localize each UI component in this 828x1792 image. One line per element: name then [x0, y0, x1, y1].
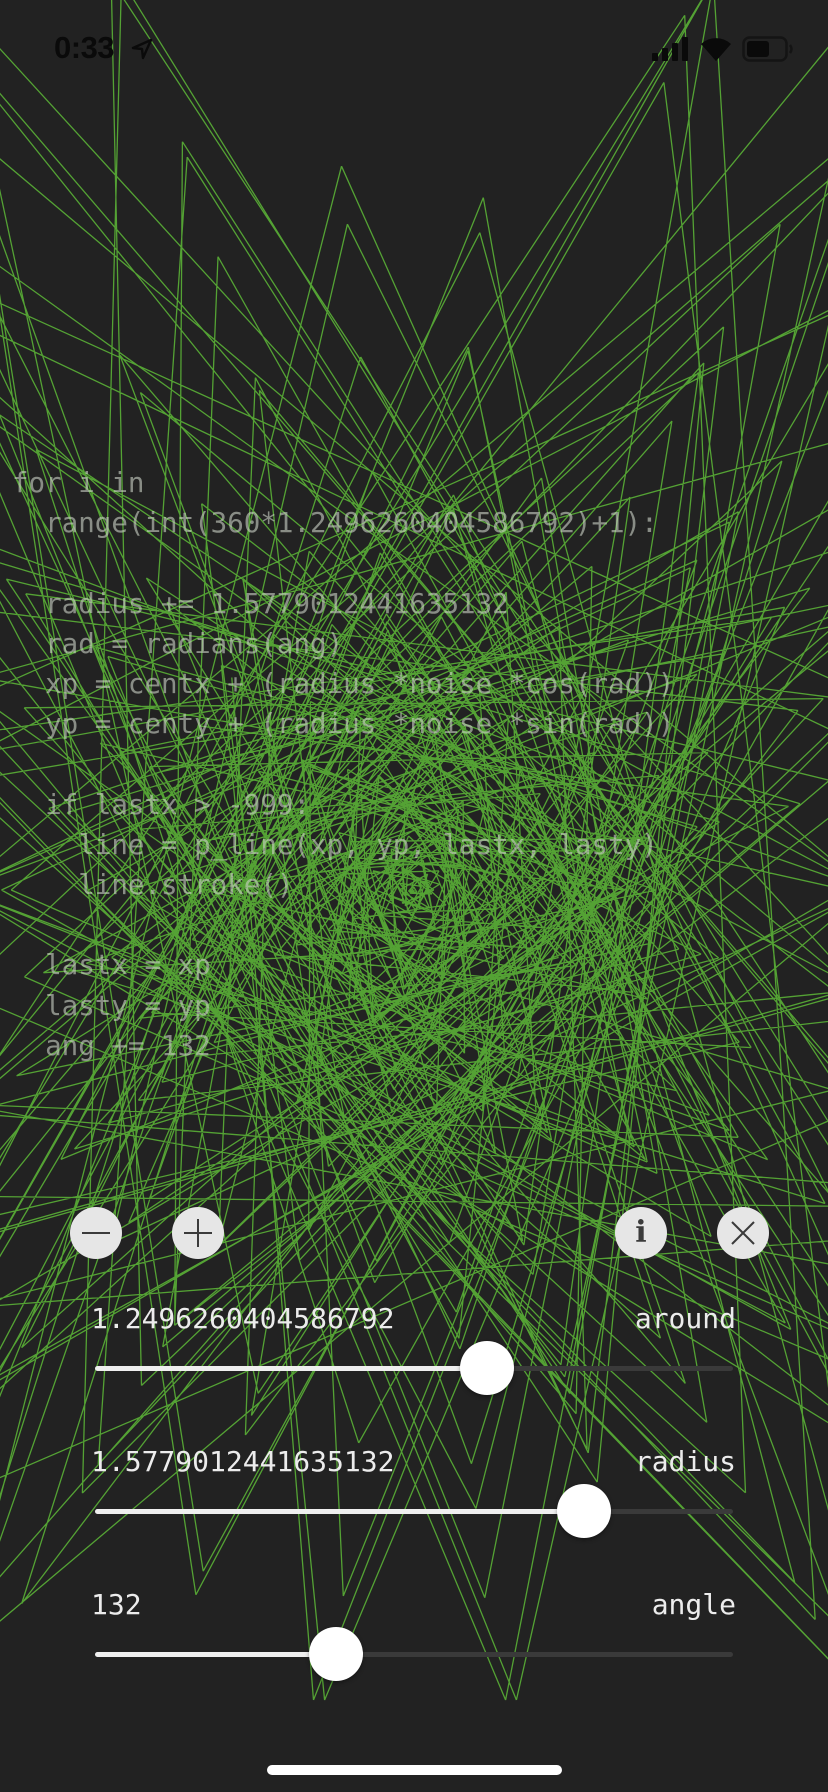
minus-icon	[82, 1232, 110, 1234]
radius-slider[interactable]	[95, 1484, 733, 1538]
around-slider-thumb[interactable]	[460, 1341, 515, 1395]
battery-icon	[742, 36, 793, 62]
code-line: for i in	[12, 467, 145, 499]
angle-slider-fill	[95, 1652, 336, 1657]
code-line: range(int(360*1.2496260404586792)+1):	[12, 507, 658, 540]
radius-slider-fill	[95, 1509, 585, 1514]
angle-slider[interactable]	[95, 1627, 733, 1681]
code-line: rad = radians(ang)	[12, 627, 344, 660]
info-icon: i	[635, 1215, 647, 1250]
code-line: line = p_line(xp, yp, lastx, lasty)	[12, 828, 658, 861]
close-button[interactable]	[717, 1207, 769, 1259]
code-line: yp = centy + (radius *noise *sin(rad))	[12, 708, 675, 741]
code-overlay: for i in range(int(360*1.249626040458679…	[12, 463, 674, 1066]
home-indicator	[267, 1765, 562, 1775]
code-line: radius += 1.5779012441635132	[12, 587, 509, 620]
cellular-signal-icon	[652, 37, 688, 61]
close-icon	[731, 1221, 755, 1245]
status-bar: 0:33	[0, 0, 828, 100]
wifi-icon	[701, 38, 731, 61]
location-arrow-icon	[131, 38, 153, 60]
increase-button[interactable]	[172, 1207, 224, 1259]
info-button[interactable]: i	[615, 1207, 667, 1259]
around-label: around	[634, 1302, 736, 1335]
code-line: lastx = xp	[12, 949, 211, 982]
around-value: 1.2496260404586792	[91, 1302, 395, 1335]
around-slider[interactable]	[95, 1341, 733, 1395]
decrease-button[interactable]	[70, 1207, 122, 1259]
radius-slider-thumb[interactable]	[557, 1484, 612, 1538]
code-line: if lastx > -999:	[12, 788, 311, 821]
code-line: xp = centx + (radius *noise *cos(rad))	[12, 668, 675, 701]
angle-label: angle	[651, 1588, 736, 1621]
status-time: 0:33	[54, 30, 115, 65]
angle-value: 132	[91, 1588, 142, 1621]
angle-slider-thumb[interactable]	[308, 1627, 363, 1681]
around-slider-fill	[95, 1366, 488, 1371]
code-line: ang += 132	[12, 1029, 211, 1062]
radius-label: radius	[634, 1445, 736, 1478]
plus-icon	[184, 1219, 212, 1247]
radius-value: 1.5779012441635132	[91, 1445, 395, 1478]
code-line: lasty = yp	[12, 989, 211, 1022]
code-line: line.stroke()	[12, 869, 294, 902]
